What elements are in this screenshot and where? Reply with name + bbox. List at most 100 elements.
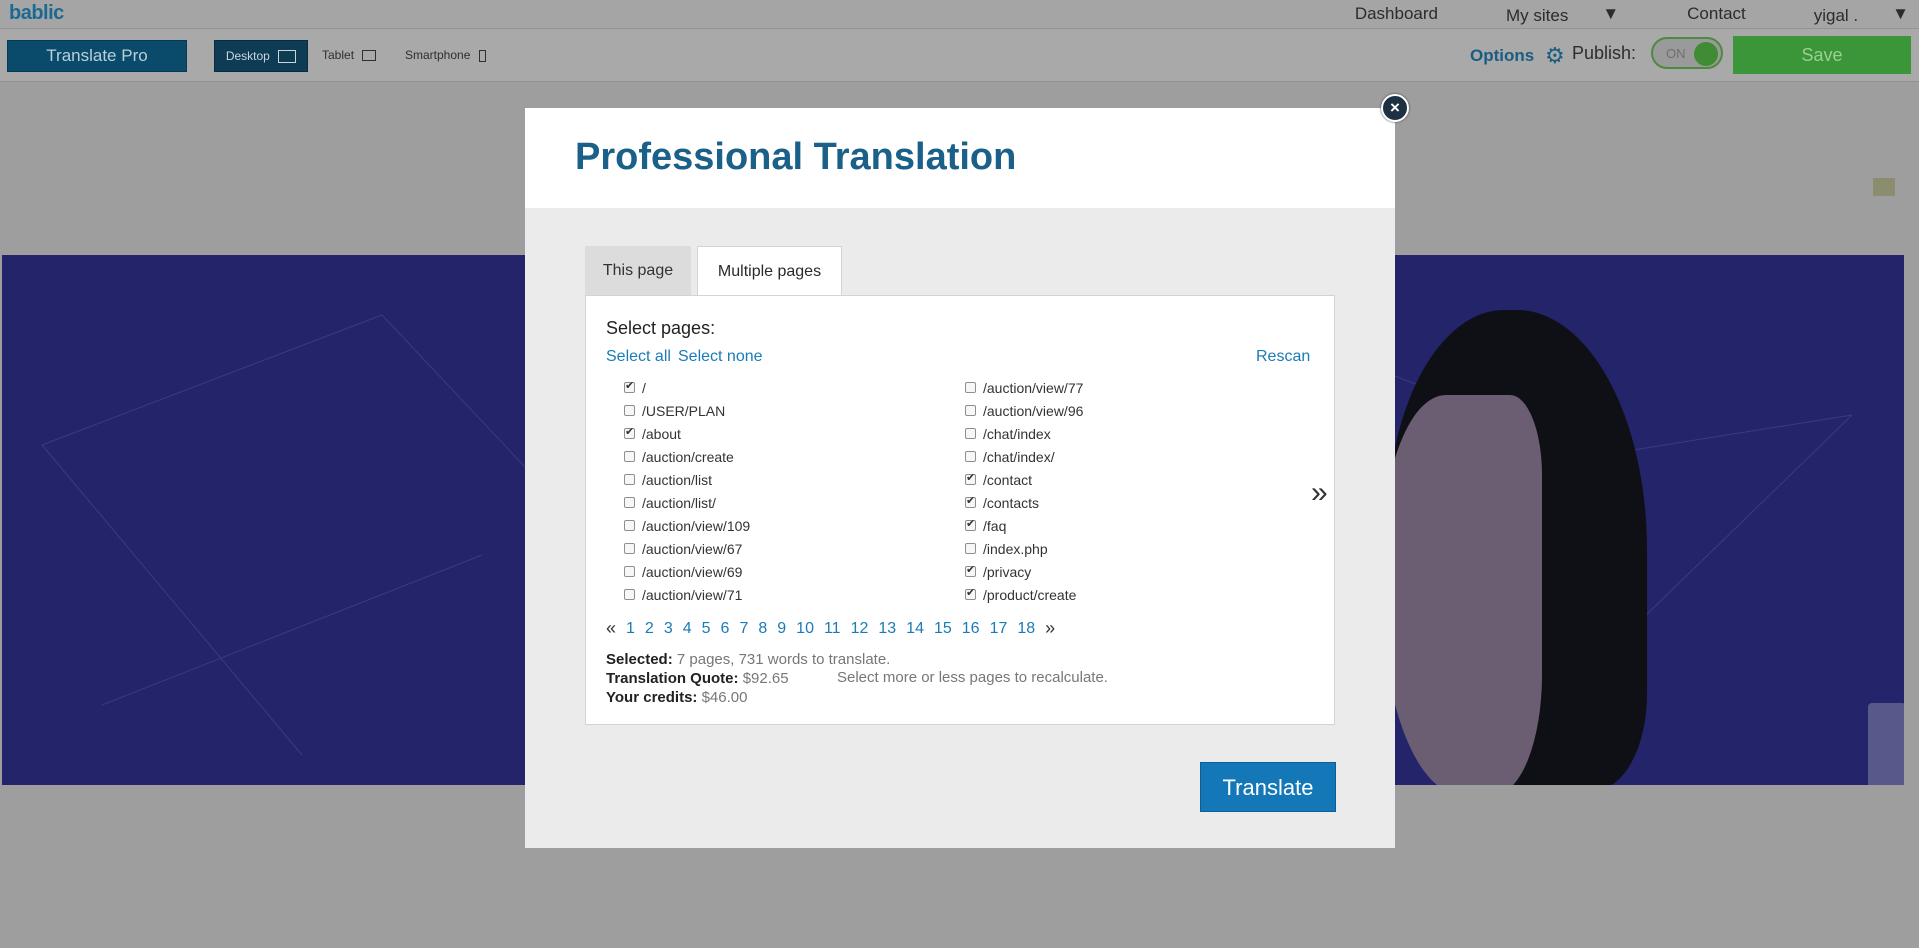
page-checkbox-row[interactable]: /auction/view/67 bbox=[624, 537, 750, 560]
pagination-page-link[interactable]: 6 bbox=[721, 620, 730, 637]
select-pages-label: Select pages: bbox=[606, 318, 716, 338]
next-columns-arrow[interactable]: » bbox=[1311, 476, 1328, 510]
checkbox-unchecked[interactable] bbox=[624, 589, 635, 600]
nav-contact-link[interactable]: Contact bbox=[1653, 4, 1746, 26]
pagination-page-link[interactable]: 9 bbox=[777, 620, 786, 637]
page-checkbox-row[interactable]: /auction/create bbox=[624, 445, 750, 468]
page-path-label: /auction/create bbox=[642, 448, 734, 465]
top-navigation-bar: bablic Dashboard My sites ▼ Contact yigal… bbox=[0, 0, 1919, 29]
checkbox-checked[interactable] bbox=[965, 517, 976, 531]
nav-user-label: yigal . bbox=[1813, 6, 1859, 25]
publish-toggle[interactable]: ON bbox=[1651, 37, 1723, 69]
page-checkbox-row[interactable]: /privacy bbox=[965, 560, 1083, 583]
pagination-next[interactable]: » bbox=[1045, 618, 1055, 639]
pagination: « 1 2 3 4 5 6 7 8 9 10 11 12 13 14 15 16 17 18 » bbox=[606, 618, 1065, 639]
page-path-label: /auction/list/ bbox=[642, 494, 716, 511]
checkbox-unchecked[interactable] bbox=[624, 451, 635, 462]
save-button[interactable]: Save bbox=[1733, 36, 1911, 74]
pagination-page-link[interactable]: 4 bbox=[683, 620, 692, 637]
pagination-page-link[interactable]: 10 bbox=[796, 620, 814, 637]
pagination-page-link[interactable]: 8 bbox=[758, 620, 767, 637]
pagination-page-link[interactable]: 13 bbox=[878, 620, 896, 637]
pagination-page-link[interactable]: 7 bbox=[739, 620, 748, 637]
close-modal-button[interactable]: × bbox=[1381, 94, 1409, 122]
pagination-page-link[interactable]: 11 bbox=[824, 620, 841, 637]
page-checkbox-row[interactable]: /product/create bbox=[965, 583, 1083, 606]
page-checkbox-row[interactable]: /auction/list/ bbox=[624, 491, 750, 514]
select-all-link[interactable]: Select all bbox=[606, 348, 671, 366]
checkbox-unchecked[interactable] bbox=[624, 405, 635, 416]
top-nav-links: Dashboard My sites ▼ Contact yigal . ▼ bbox=[1287, 4, 1909, 26]
close-icon: × bbox=[1390, 98, 1400, 117]
checkbox-unchecked[interactable] bbox=[624, 497, 635, 508]
pagination-page-link[interactable]: 15 bbox=[934, 620, 952, 637]
checkbox-checked[interactable] bbox=[965, 471, 976, 485]
page-path-label: /contacts bbox=[983, 494, 1040, 511]
page-checkbox-row[interactable]: /auction/view/71 bbox=[624, 583, 750, 606]
rescan-link[interactable]: Rescan bbox=[1256, 348, 1310, 366]
checkbox-unchecked[interactable] bbox=[965, 382, 976, 393]
pagination-prev[interactable]: « bbox=[606, 618, 616, 639]
feedback-side-tab[interactable] bbox=[1868, 703, 1904, 785]
checkbox-unchecked[interactable] bbox=[624, 566, 635, 577]
checkbox-checked[interactable] bbox=[965, 563, 976, 577]
checkbox-checked[interactable] bbox=[624, 425, 635, 439]
page-checkbox-row[interactable]: /faq bbox=[965, 514, 1083, 537]
summary-selected-value: 7 pages, 731 words to translate. bbox=[676, 651, 891, 668]
pagination-page-link[interactable]: 18 bbox=[1017, 620, 1035, 637]
checkbox-unchecked[interactable] bbox=[965, 428, 976, 439]
page-checkbox-row[interactable]: /auction/view/69 bbox=[624, 560, 750, 583]
page-checkbox-row[interactable]: /auction/view/77 bbox=[965, 376, 1083, 399]
pagination-page-link[interactable]: 5 bbox=[702, 620, 711, 637]
tablet-icon bbox=[362, 50, 377, 62]
page-checkbox-row[interactable]: /chat/index bbox=[965, 422, 1083, 445]
page-checkbox-row[interactable]: /chat/index/ bbox=[965, 445, 1083, 468]
pagination-page-link[interactable]: 16 bbox=[962, 620, 980, 637]
checkbox-unchecked[interactable] bbox=[965, 543, 976, 554]
page-checkbox-row[interactable]: /about bbox=[624, 422, 750, 445]
pagination-page-link[interactable]: 1 bbox=[626, 620, 635, 637]
page-checkbox-row[interactable]: /USER/PLAN bbox=[624, 399, 750, 422]
summary-credits-label: Your credits: bbox=[606, 689, 698, 706]
pagination-page-link[interactable]: 3 bbox=[664, 620, 673, 637]
page-checkbox-row[interactable]: /auction/view/109 bbox=[624, 514, 750, 537]
select-none-link[interactable]: Select none bbox=[678, 348, 763, 366]
options-button[interactable]: Options ⚙ bbox=[1470, 43, 1565, 69]
page-checkbox-row[interactable]: /auction/view/96 bbox=[965, 399, 1083, 422]
page-checkbox-row[interactable]: / bbox=[624, 376, 750, 399]
device-tablet-label: Tablet bbox=[322, 48, 355, 62]
checkbox-unchecked[interactable] bbox=[965, 405, 976, 416]
checkbox-unchecked[interactable] bbox=[965, 451, 976, 462]
checkbox-checked[interactable] bbox=[965, 586, 976, 600]
checkbox-unchecked[interactable] bbox=[624, 474, 635, 485]
page-checkbox-row[interactable]: /contacts bbox=[965, 491, 1083, 514]
pagination-page-link[interactable]: 14 bbox=[906, 620, 924, 637]
pagination-page-link[interactable]: 17 bbox=[990, 620, 1008, 637]
pagination-page-link[interactable]: 12 bbox=[851, 620, 869, 637]
tab-this-page[interactable]: This page bbox=[585, 246, 691, 296]
tab-multiple-pages[interactable]: Multiple pages bbox=[697, 246, 842, 296]
checkbox-checked[interactable] bbox=[965, 494, 976, 508]
device-desktop-button[interactable]: Desktop bbox=[214, 40, 308, 72]
pagination-page-link[interactable]: 2 bbox=[645, 620, 654, 637]
page-checkbox-row[interactable]: /index.php bbox=[965, 537, 1083, 560]
nav-dashboard-label: Dashboard bbox=[1354, 4, 1438, 23]
nav-user-menu[interactable]: yigal . ▼ bbox=[1780, 4, 1909, 26]
page-path-label: /USER/PLAN bbox=[642, 402, 726, 419]
page-path-label: / bbox=[642, 379, 646, 396]
device-smartphone-button[interactable]: Smartphone bbox=[405, 40, 486, 70]
page-path-label: /product/create bbox=[983, 586, 1077, 603]
device-tablet-button[interactable]: Tablet bbox=[322, 40, 377, 70]
checkbox-unchecked[interactable] bbox=[624, 520, 635, 531]
page-path-label: /index.php bbox=[983, 540, 1048, 557]
nav-dashboard-link[interactable]: Dashboard bbox=[1321, 4, 1438, 26]
checkbox-checked[interactable] bbox=[624, 379, 635, 393]
translate-button[interactable]: Translate bbox=[1200, 762, 1336, 812]
checkbox-unchecked[interactable] bbox=[624, 543, 635, 554]
nav-my-sites-menu[interactable]: My sites ▼ bbox=[1472, 4, 1619, 26]
page-checkbox-row[interactable]: /contact bbox=[965, 468, 1083, 491]
page-checkbox-row[interactable]: /auction/list bbox=[624, 468, 750, 491]
translate-pro-button[interactable]: Translate Pro bbox=[7, 40, 187, 72]
pagination-pages: 1 2 3 4 5 6 7 8 9 10 11 12 13 14 15 16 17 18 bbox=[626, 620, 1045, 638]
bablic-logo[interactable]: bablic bbox=[9, 2, 64, 25]
